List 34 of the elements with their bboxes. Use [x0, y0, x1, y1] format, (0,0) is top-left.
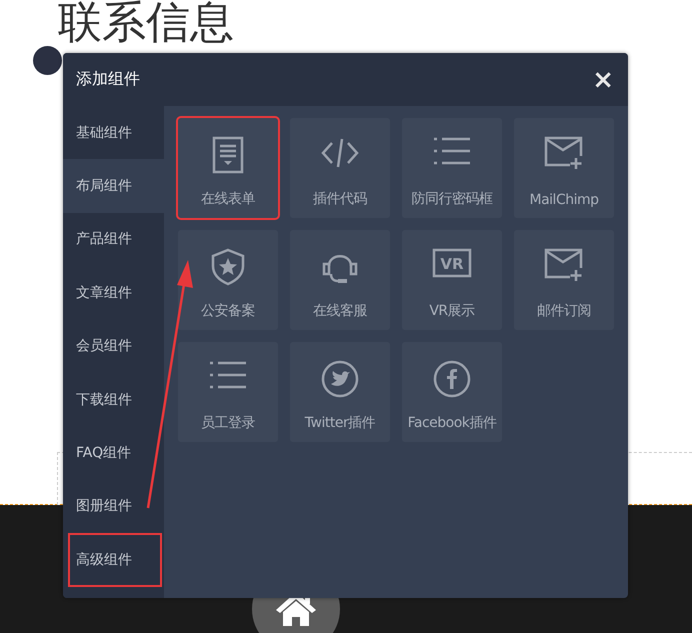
vr-icon: VR [432, 248, 472, 278]
category-tab[interactable]: 文章组件 [63, 266, 164, 320]
home-icon [274, 598, 318, 626]
category-tab[interactable]: 布局组件 [63, 159, 164, 213]
widget-tile[interactable]: 员工登录 [178, 342, 278, 442]
widget-tile[interactable]: 插件代码 [290, 118, 390, 218]
list-icon [209, 360, 247, 390]
code-icon [320, 136, 360, 170]
document-icon [211, 136, 245, 174]
bird-icon [321, 360, 359, 398]
widget-tile[interactable]: 邮件订阅 [514, 230, 614, 330]
page-heading: 联系信息 [57, 0, 235, 46]
widget-tile[interactable]: VR VR展示 [402, 230, 502, 330]
dialog-title: 添加组件 [76, 69, 140, 90]
category-tab[interactable]: 图册组件 [63, 480, 164, 534]
widget-tile[interactable]: 在线表单 [178, 118, 278, 218]
list-icon [433, 136, 471, 166]
close-button[interactable]: × [590, 66, 616, 92]
category-tab[interactable]: 下载组件 [63, 372, 164, 426]
category-tab[interactable]: FAQ组件 [63, 426, 164, 480]
category-tab[interactable]: 高级组件 [68, 533, 162, 587]
category-tab[interactable]: 会员组件 [63, 320, 164, 373]
widget-tile[interactable]: Twitter插件 [290, 342, 390, 442]
category-tab[interactable]: 基础组件 [63, 106, 164, 160]
mail-plus-icon [544, 136, 584, 170]
category-tab[interactable]: 产品组件 [63, 212, 164, 266]
widget-tile[interactable]: Facebook插件 [402, 342, 502, 442]
widget-tile[interactable]: 公安备案 [178, 230, 278, 330]
mail-plus-icon [544, 248, 584, 282]
facebook-icon [433, 360, 471, 398]
widget-tile[interactable]: 防同行密码框 [402, 118, 502, 218]
widget-tile[interactable]: 在线客服 [290, 230, 390, 330]
widget-tile[interactable]: MailChimp [514, 118, 614, 218]
shield-star-icon [210, 248, 246, 286]
